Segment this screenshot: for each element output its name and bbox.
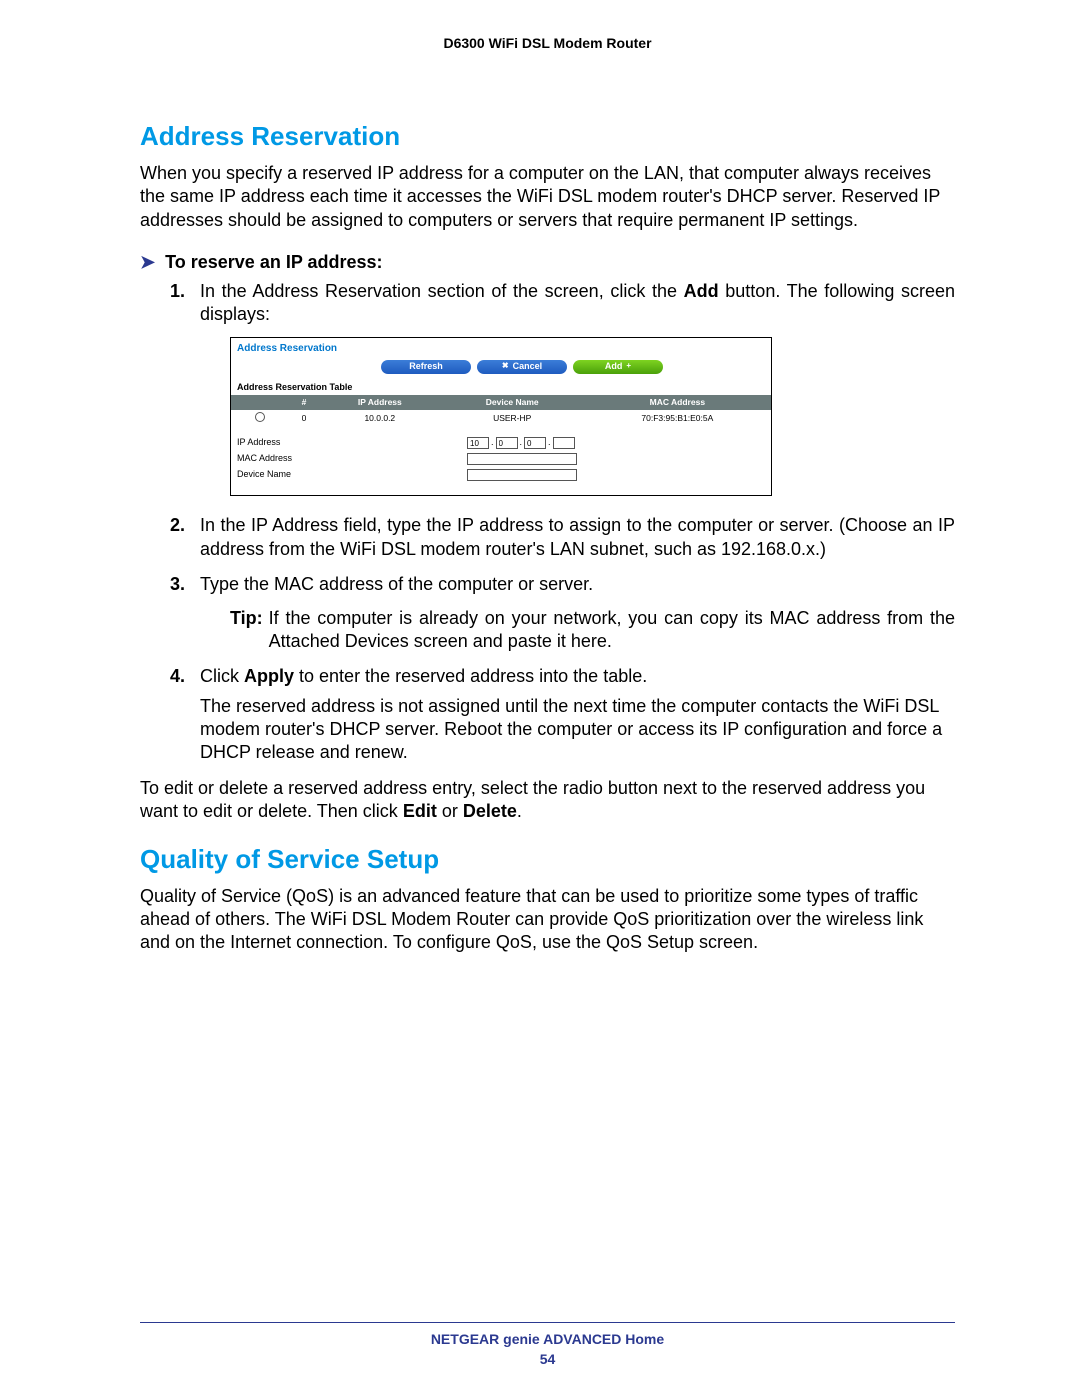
edit-delete-mid: or bbox=[437, 801, 463, 821]
cell-mac: 70:F3:95:B1:E0:5A bbox=[584, 410, 771, 427]
step-3-text: Type the MAC address of the computer or … bbox=[200, 574, 593, 594]
form-ip-label: IP Address bbox=[237, 437, 467, 449]
dot-icon: . bbox=[548, 437, 551, 449]
procedure-arrow-icon: ➤ bbox=[140, 252, 155, 274]
edit-delete-paragraph: To edit or delete a reserved address ent… bbox=[140, 777, 955, 824]
dot-icon: . bbox=[520, 437, 523, 449]
table-header-row: # IP Address Device Name MAC Address bbox=[231, 395, 771, 410]
procedure-title: To reserve an IP address: bbox=[165, 252, 382, 273]
ip-octet-4[interactable] bbox=[553, 437, 575, 449]
heading-address-reservation: Address Reservation bbox=[140, 121, 955, 152]
step-1-bold: Add bbox=[684, 281, 719, 301]
dot-icon: . bbox=[491, 437, 494, 449]
cell-device: USER-HP bbox=[441, 410, 584, 427]
form-mac-label: MAC Address bbox=[237, 453, 467, 465]
add-button-label: Add bbox=[605, 361, 623, 373]
form-device-label: Device Name bbox=[237, 469, 467, 481]
th-mac: MAC Address bbox=[584, 395, 771, 410]
reservation-table: # IP Address Device Name MAC Address 0 1… bbox=[231, 395, 771, 427]
tip-label: Tip: bbox=[230, 607, 263, 654]
intro-paragraph-qos: Quality of Service (QoS) is an advanced … bbox=[140, 885, 955, 955]
page-footer: NETGEAR genie ADVANCED Home 54 bbox=[140, 1322, 955, 1367]
step-4-post: to enter the reserved address into the t… bbox=[294, 666, 647, 686]
step-1-text-pre: In the Address Reservation section of th… bbox=[200, 281, 684, 301]
cancel-x-icon: ✖ bbox=[502, 361, 509, 371]
cell-num: 0 bbox=[289, 410, 319, 427]
header-product-title: D6300 WiFi DSL Modem Router bbox=[140, 35, 955, 51]
th-ip: IP Address bbox=[319, 395, 441, 410]
step-4-pre: Click bbox=[200, 666, 244, 686]
row-radio[interactable] bbox=[255, 412, 265, 422]
step-4: Click Apply to enter the reserved addres… bbox=[170, 665, 955, 765]
add-plus-icon: + bbox=[626, 361, 631, 371]
footer-breadcrumb: NETGEAR genie ADVANCED Home bbox=[140, 1331, 955, 1347]
table-row: 0 10.0.0.2 USER-HP 70:F3:95:B1:E0:5A bbox=[231, 410, 771, 427]
cancel-button[interactable]: ✖ Cancel bbox=[477, 360, 567, 374]
mac-input[interactable] bbox=[467, 453, 577, 465]
edit-bold: Edit bbox=[403, 801, 437, 821]
refresh-button[interactable]: Refresh bbox=[381, 360, 471, 374]
tip-text: If the computer is already on your netwo… bbox=[269, 607, 955, 654]
intro-paragraph-address-reservation: When you specify a reserved IP address f… bbox=[140, 162, 955, 232]
step-2: In the IP Address field, type the IP add… bbox=[170, 514, 955, 561]
ip-octet-1[interactable] bbox=[467, 437, 489, 449]
step-4-bold: Apply bbox=[244, 666, 294, 686]
step-1: In the Address Reservation section of th… bbox=[170, 280, 955, 497]
footer-page-number: 54 bbox=[140, 1351, 955, 1367]
address-reservation-screenshot: Address Reservation Refresh ✖ Cancel Add… bbox=[230, 337, 772, 497]
step-3: Type the MAC address of the computer or … bbox=[170, 573, 955, 653]
ip-octet-2[interactable] bbox=[496, 437, 518, 449]
add-button[interactable]: Add + bbox=[573, 360, 663, 374]
ip-octet-3[interactable] bbox=[524, 437, 546, 449]
th-device: Device Name bbox=[441, 395, 584, 410]
shot-title: Address Reservation bbox=[231, 338, 771, 357]
edit-delete-post: . bbox=[517, 801, 522, 821]
heading-qos-setup: Quality of Service Setup bbox=[140, 844, 955, 875]
reservation-table-label: Address Reservation Table bbox=[231, 380, 771, 396]
edit-delete-pre: To edit or delete a reserved address ent… bbox=[140, 778, 925, 821]
delete-bold: Delete bbox=[463, 801, 517, 821]
step-2-text: In the IP Address field, type the IP add… bbox=[200, 515, 955, 558]
cancel-button-label: Cancel bbox=[513, 361, 543, 373]
cell-ip: 10.0.0.2 bbox=[319, 410, 441, 427]
refresh-button-label: Refresh bbox=[409, 361, 443, 373]
step-4-after: The reserved address is not assigned unt… bbox=[200, 695, 955, 765]
th-num: # bbox=[289, 395, 319, 410]
device-name-input[interactable] bbox=[467, 469, 577, 481]
